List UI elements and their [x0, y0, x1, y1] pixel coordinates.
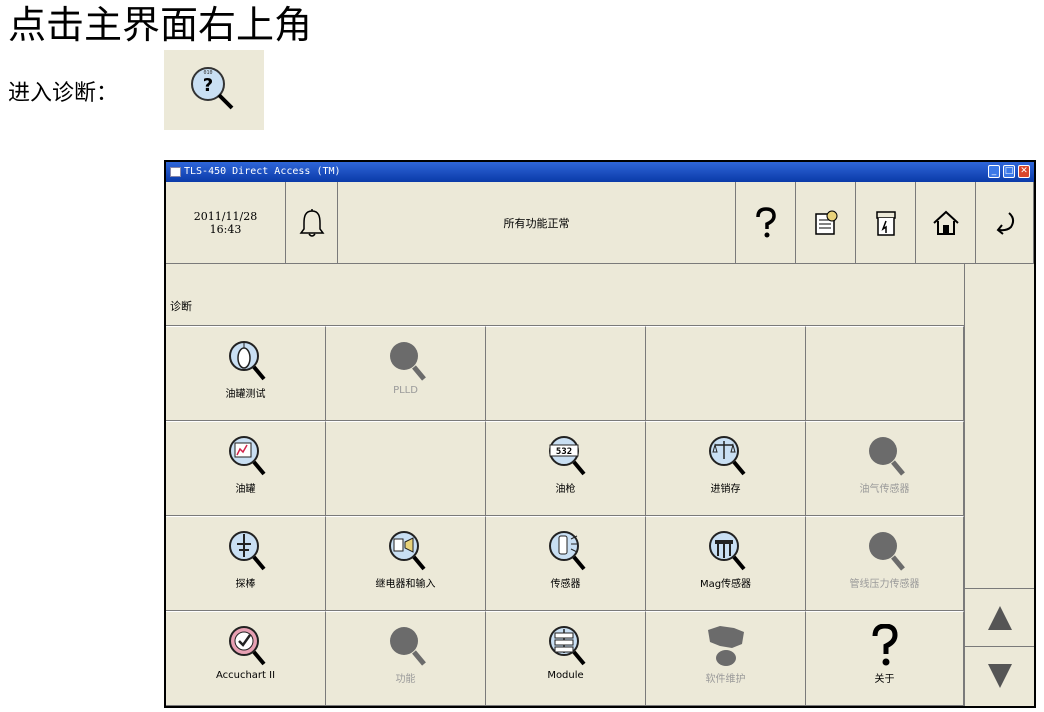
diag-cell-empty — [326, 421, 486, 516]
diag-cell-label: 油气传感器 — [859, 484, 910, 495]
diag-cell-label: Mag传感器 — [699, 579, 752, 590]
diag-cell-module[interactable]: Module — [486, 611, 646, 706]
time-text: 16:43 — [209, 222, 242, 236]
report-icon — [875, 210, 896, 236]
diag-cell-software-maintenance: 软件维护 — [646, 611, 806, 706]
help-button[interactable] — [736, 182, 796, 264]
diag-cell-magnifier: 功能 — [326, 611, 486, 706]
window-title: TLS-450 Direct Access (TM) — [184, 166, 341, 177]
accuchart-icon — [226, 624, 266, 668]
diag-cell-label: PLLD — [393, 385, 418, 396]
section-header: 诊断 — [166, 264, 964, 326]
diag-cell-tank-test[interactable]: 油罐测试 — [166, 326, 326, 421]
alarm-button[interactable] — [286, 182, 338, 264]
nozzle-counter-icon: 532 — [546, 434, 586, 478]
section-label: 诊断 — [170, 300, 192, 313]
diag-cell-label: 油罐 — [235, 484, 256, 495]
balance-scale-icon — [706, 434, 746, 478]
doc-heading: 点击主界面右上角 — [8, 3, 313, 47]
diag-cell-relay[interactable]: 继电器和输入 — [326, 516, 486, 611]
diag-cell-probe[interactable]: 探棒 — [166, 516, 326, 611]
software-maintenance-icon — [706, 624, 746, 668]
magnifier-icon — [386, 339, 426, 383]
module-icon — [546, 624, 586, 668]
bell-icon — [299, 208, 324, 237]
tank-test-icon — [226, 339, 266, 383]
diag-cell-label: 进销存 — [710, 484, 741, 495]
doc-instruction: 进入诊断： — [8, 81, 119, 106]
diagnostics-grid: 油罐测试 PLLD 油罐 532 油枪 进销存 油气传感器探棒 继电器和输入 传感器 Mag传感器… — [166, 326, 964, 706]
scroll-panel — [964, 264, 1034, 706]
diag-cell-tank-chart[interactable]: 油罐 — [166, 421, 326, 516]
magnifier-icon — [865, 434, 905, 478]
toolbar: 2011/11/28 16:43 所有功能正常 — [166, 182, 1034, 264]
sensor-icon — [546, 529, 586, 573]
svg-text:?: ? — [203, 75, 213, 96]
diag-cell-magnifier: 油气传感器 — [806, 421, 964, 516]
diag-cell-label: 管线压力传感器 — [849, 579, 920, 590]
diag-cell-mag-sensor[interactable]: Mag传感器 — [646, 516, 806, 611]
diag-cell-label: 油罐测试 — [225, 389, 266, 400]
date-text: 2011/11/28 — [193, 209, 258, 223]
status-text: 所有功能正常 — [503, 216, 570, 230]
scroll-up-icon — [987, 605, 1012, 630]
diag-cell-label: 软件维护 — [705, 674, 746, 685]
app-icon — [170, 167, 181, 177]
diag-cell-label: 关于 — [874, 674, 895, 685]
status-bar: 所有功能正常 — [338, 182, 736, 264]
probe-icon — [226, 529, 266, 573]
diag-cell-label: 探棒 — [235, 579, 256, 590]
app-window: TLS-450 Direct Access (TM) _ □ ✕ 2011/11… — [164, 160, 1036, 708]
mag-sensor-icon — [706, 529, 746, 573]
title-bar: TLS-450 Direct Access (TM) _ □ ✕ — [166, 162, 1034, 182]
back-button[interactable] — [976, 182, 1034, 264]
diag-cell-label: 继电器和输入 — [375, 579, 436, 590]
maximize-button[interactable]: □ — [1003, 165, 1015, 178]
diagnostics-thumbnail: ? 010 — [164, 50, 264, 130]
close-button[interactable]: ✕ — [1018, 165, 1030, 178]
diag-cell-label: Module — [547, 670, 584, 681]
diag-cell-sensor[interactable]: 传感器 — [486, 516, 646, 611]
back-icon — [996, 211, 1014, 235]
scroll-down-button[interactable] — [965, 646, 1034, 704]
tank-chart-icon — [226, 434, 266, 478]
diag-cell-nozzle-counter[interactable]: 532 油枪 — [486, 421, 646, 516]
diag-cell-accuchart[interactable]: Accuchart II — [166, 611, 326, 706]
diag-cell-magnifier: 管线压力传感器 — [806, 516, 964, 611]
home-button[interactable] — [916, 182, 976, 264]
diag-cell-label: 油枪 — [555, 484, 576, 495]
diag-cell-empty — [646, 326, 806, 421]
diagnostics-button[interactable] — [796, 182, 856, 264]
magnifier-icon — [865, 529, 905, 573]
diag-cell-label: 功能 — [395, 674, 416, 685]
relay-icon — [386, 529, 426, 573]
report-button[interactable] — [856, 182, 916, 264]
svg-text:010: 010 — [203, 70, 212, 76]
diag-cell-empty — [486, 326, 646, 421]
diagnostics-tool-icon — [814, 210, 837, 235]
diag-cell-empty — [806, 326, 964, 421]
minimize-button[interactable]: _ — [988, 165, 1000, 178]
home-icon — [932, 210, 959, 235]
magnifier-icon — [386, 624, 426, 668]
scroll-up-button[interactable] — [965, 588, 1034, 646]
help-icon — [755, 206, 776, 237]
about-icon — [865, 623, 905, 668]
svg-text:532: 532 — [555, 447, 571, 457]
diag-cell-magnifier: PLLD — [326, 326, 486, 421]
diag-cell-label: Accuchart II — [215, 670, 276, 681]
diag-cell-label: 传感器 — [550, 579, 581, 590]
scroll-down-icon — [987, 663, 1012, 688]
diag-cell-about[interactable]: 关于 — [806, 611, 964, 706]
diagnostics-icon: ? 010 — [191, 67, 234, 110]
diag-cell-balance-scale[interactable]: 进销存 — [646, 421, 806, 516]
datetime-display: 2011/11/28 16:43 — [166, 182, 286, 264]
